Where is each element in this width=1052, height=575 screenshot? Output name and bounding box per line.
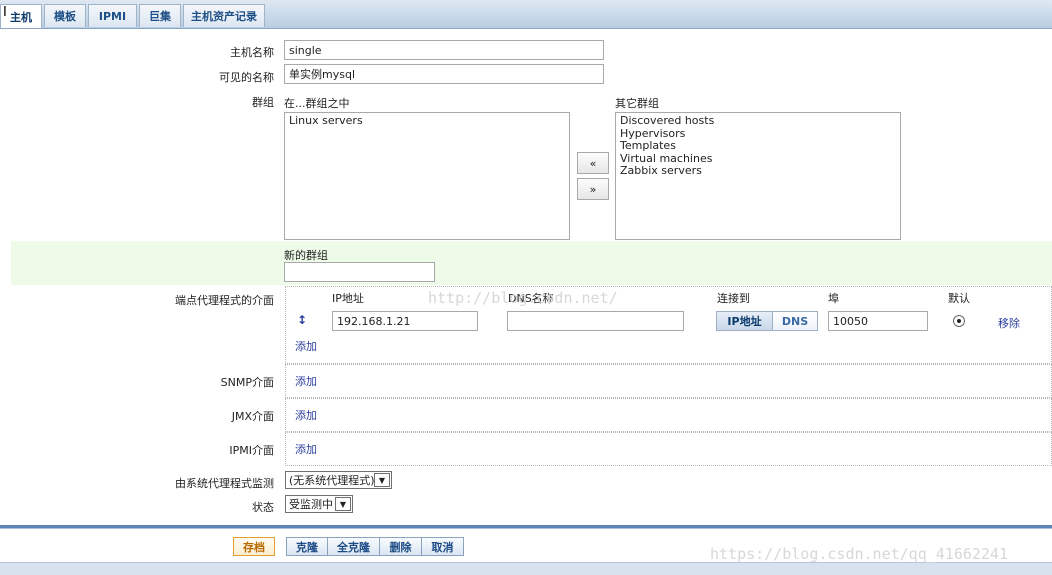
watermark-bottom: https://blog.csdn.net/qq_41662241	[710, 545, 1009, 563]
ipmi-label: IPMI介面	[229, 444, 274, 457]
jmx-label: JMX介面	[231, 410, 274, 423]
chevron-down-icon: ▼	[374, 473, 390, 487]
footer-bottom-strip	[0, 562, 1052, 575]
delete-button[interactable]: 删除	[379, 537, 422, 556]
full-clone-button[interactable]: 全克隆	[327, 537, 380, 556]
watermark-mid: http://blog.csdn.net/	[428, 289, 618, 307]
tab-macros-label: 巨集	[149, 10, 171, 23]
new-group-input[interactable]	[284, 262, 435, 282]
tab-bar: 主机 模板 IPMI 巨集 主机资产记录	[0, 0, 1052, 29]
in-groups-label: 在...群组之中	[284, 97, 350, 110]
port-input[interactable]: 10050	[828, 311, 928, 331]
col-ip-header: IP地址	[332, 292, 364, 305]
proxy-label: 由系统代理程式监测	[175, 477, 274, 490]
list-item[interactable]: Templates	[620, 139, 896, 153]
add-snmp-link[interactable]: 添加	[295, 373, 317, 389]
col-connect-header: 连接到	[717, 292, 750, 305]
new-group-label: 新的群组	[284, 249, 328, 262]
list-item[interactable]: Zabbix servers	[620, 164, 896, 178]
new-group-row	[11, 241, 1052, 285]
connect-ip-button[interactable]: IP地址	[716, 311, 773, 331]
ip-address-input[interactable]: 192.168.1.21	[332, 311, 478, 331]
agent-interfaces-label: 端点代理程式的介面	[175, 294, 274, 307]
tab-ipmi[interactable]: IPMI	[88, 4, 137, 27]
col-port-header: 埠	[828, 292, 839, 305]
default-interface-radio[interactable]	[953, 315, 965, 327]
visible-name-input[interactable]: 单实例mysql	[284, 64, 604, 84]
hostname-label: 主机名称	[230, 46, 274, 59]
tab-inventory[interactable]: 主机资产记录	[183, 4, 265, 27]
proxy-select[interactable]: (无系统代理程式) ▼	[285, 471, 392, 489]
list-item[interactable]: Linux servers	[289, 114, 565, 128]
drag-handle-icon[interactable]: ↕	[297, 313, 307, 327]
text-cursor-icon: I	[3, 5, 7, 20]
other-groups-label: 其它群组	[615, 97, 659, 110]
dns-name-input[interactable]	[507, 311, 684, 331]
snmp-label: SNMP介面	[220, 376, 274, 389]
snmp-box	[285, 364, 1052, 398]
connect-dns-button[interactable]: DNS	[772, 311, 818, 331]
tab-ipmi-label: IPMI	[98, 9, 127, 23]
status-select[interactable]: 受监测中 ▼	[285, 495, 353, 513]
move-left-button[interactable]: «	[577, 152, 609, 174]
tab-host-label: 主机	[10, 10, 32, 24]
jmx-box	[285, 398, 1052, 432]
other-groups-list[interactable]: Discovered hosts Hypervisors Templates V…	[615, 112, 901, 240]
col-default-header: 默认	[948, 292, 970, 305]
proxy-select-value: (无系统代理程式)	[289, 474, 375, 487]
chevron-down-icon: ▼	[335, 497, 351, 511]
tab-templates-label: 模板	[54, 10, 76, 23]
add-ipmi-link[interactable]: 添加	[295, 441, 317, 457]
tab-templates[interactable]: 模板	[44, 4, 86, 27]
ipmi-box	[285, 432, 1052, 466]
hostname-input[interactable]: single	[284, 40, 604, 60]
remove-interface-link[interactable]: 移除	[998, 315, 1020, 331]
status-select-value: 受监测中	[289, 498, 333, 511]
cancel-button[interactable]: 取消	[421, 537, 464, 556]
groups-label: 群组	[252, 96, 274, 109]
save-button[interactable]: 存档	[233, 537, 275, 556]
status-label: 状态	[252, 501, 274, 514]
tab-inventory-label: 主机资产记录	[191, 10, 257, 23]
clone-button[interactable]: 克隆	[286, 537, 328, 556]
tab-macros[interactable]: 巨集	[139, 4, 181, 27]
in-groups-list[interactable]: Linux servers	[284, 112, 570, 240]
list-item[interactable]: Discovered hosts	[620, 114, 896, 128]
add-jmx-link[interactable]: 添加	[295, 407, 317, 423]
move-right-button[interactable]: »	[577, 178, 609, 200]
visible-name-label: 可见的名称	[219, 71, 274, 84]
add-agent-interface-link[interactable]: 添加	[295, 338, 317, 354]
